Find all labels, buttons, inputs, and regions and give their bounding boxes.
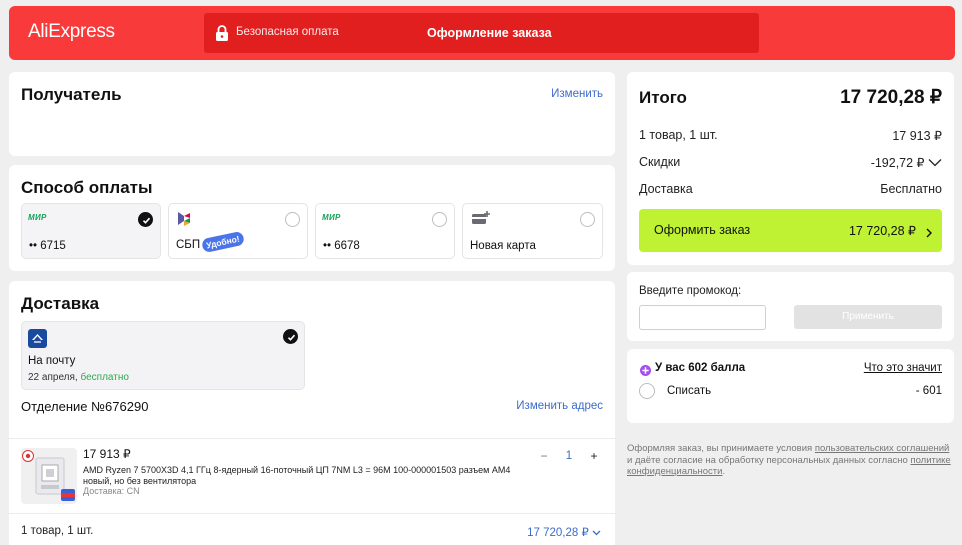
header-bar: AliExpress Безопасная оплата Оформление … <box>9 6 955 60</box>
summary-discounts-label: Скидки <box>639 155 681 169</box>
secure-payment-label: Безопасная оплата <box>236 26 339 38</box>
quantity-value: 1 <box>565 450 573 462</box>
legal-text: и даёте согласие на обработку персональн… <box>627 454 911 466</box>
delivery-card: Доставка На почту 22 апреля, бесплатно О… <box>9 281 615 545</box>
sbp-label: СБП <box>176 239 201 251</box>
divider <box>9 513 615 514</box>
quantity-plus-button[interactable]: + <box>587 449 601 463</box>
summary-title: Итого <box>639 88 687 107</box>
post-office-number: Отделение №676290 <box>21 399 149 414</box>
delivery-option-name: На почту <box>28 355 76 367</box>
points-balance: У вас 602 балла <box>655 362 746 374</box>
convenient-badge: Удобно! <box>201 230 245 254</box>
spend-points-value: - 601 <box>915 385 942 397</box>
secure-checkout-bar: Безопасная оплата Оформление заказа <box>204 13 759 53</box>
promo-code-input[interactable] <box>639 305 766 330</box>
summary-items-value: 17 913 ₽ <box>892 129 942 143</box>
legal-text: . <box>722 466 726 477</box>
spend-points-label: Списать <box>667 385 712 397</box>
russian-post-icon <box>28 329 47 353</box>
summary-row-delivery: Доставка Бесплатно <box>639 182 942 196</box>
card-number-label: •• 6678 <box>323 240 360 252</box>
delivery-date: 22 апреля, <box>28 372 78 383</box>
chevron-down-icon <box>592 527 601 539</box>
summary-discounts-value: -192,72 ₽ <box>870 156 925 170</box>
items-total: 17 720,28 ₽ <box>527 527 589 539</box>
place-order-label: Оформить заказ <box>654 223 751 237</box>
new-card-icon <box>471 210 491 231</box>
promo-label: Введите промокод: <box>639 285 742 297</box>
place-order-total: 17 720,28 ₽ <box>848 224 916 238</box>
chevron-right-icon <box>926 225 932 243</box>
order-summary-card: Итого 17 720,28 ₽ 1 товар, 1 шт. 17 913 … <box>627 72 954 265</box>
card-number-label: •• 6715 <box>29 240 66 252</box>
legal-notice: Оформляя заказ, вы принимаете условия по… <box>627 443 954 478</box>
delivery-date-line: 22 апреля, бесплатно <box>28 372 129 383</box>
payment-option-mir-6715[interactable]: МИР •• 6715 <box>21 203 161 259</box>
page-title: Оформление заказа <box>427 26 552 40</box>
summary-total: 17 720,28 ₽ <box>840 87 942 108</box>
selected-check-icon[interactable] <box>138 212 153 227</box>
summary-items-label: 1 товар, 1 шт. <box>639 128 718 142</box>
divider <box>9 438 615 439</box>
sbp-logo-icon <box>177 211 191 232</box>
promo-sticker-icon <box>61 488 75 506</box>
payment-option-mir-6678[interactable]: МИР •• 6678 <box>315 203 455 259</box>
place-order-button[interactable]: Оформить заказ 17 720,28 ₽ <box>639 209 942 252</box>
selected-check-icon[interactable] <box>283 329 298 344</box>
delivery-option-post[interactable]: На почту 22 апреля, бесплатно <box>21 321 305 390</box>
points-icon <box>640 363 651 381</box>
lock-icon <box>215 25 229 41</box>
recipient-title: Получатель <box>21 85 122 104</box>
payment-card: Способ оплаты МИР •• 6715 СБП Удобно! МИ… <box>9 165 615 271</box>
radio-button[interactable] <box>432 212 447 227</box>
summary-row-discounts[interactable]: Скидки -192,72 ₽ <box>639 155 942 170</box>
items-count: 1 товар, 1 шт. <box>21 525 94 537</box>
spend-points-checkbox[interactable] <box>639 383 655 399</box>
payment-option-sbp[interactable]: СБП Удобно! <box>168 203 308 259</box>
delivery-title: Доставка <box>21 294 100 313</box>
legal-text: Оформляя заказ, вы принимаете условия <box>627 443 815 454</box>
delivery-price-note: бесплатно <box>80 372 129 383</box>
points-card: У вас 602 балла Что это значит Списать -… <box>627 349 954 423</box>
chevron-down-icon[interactable] <box>928 156 942 170</box>
payment-title: Способ оплаты <box>21 178 153 197</box>
radio-button[interactable] <box>580 212 595 227</box>
points-info-link[interactable]: Что это значит <box>864 362 942 374</box>
summary-discounts-value-wrap: -192,72 ₽ <box>871 155 942 170</box>
store-logo-icon <box>22 449 34 467</box>
mir-logo-icon: МИР <box>322 213 341 222</box>
product-image[interactable] <box>21 448 77 504</box>
change-address-link[interactable]: Изменить адрес <box>516 400 603 412</box>
radio-button[interactable] <box>285 212 300 227</box>
product-name[interactable]: AMD Ryzen 7 5700X3D 4,1 ГГц 8-ядерный 16… <box>83 465 523 486</box>
quantity-minus-button[interactable]: − <box>537 449 551 463</box>
promo-card: Введите промокод: Применить <box>627 272 954 341</box>
apply-promo-button[interactable]: Применить <box>794 305 942 329</box>
product-price: 17 913 ₽ <box>83 447 131 461</box>
edit-recipient-link[interactable]: Изменить <box>551 88 603 100</box>
new-card-label: Новая карта <box>470 240 536 252</box>
summary-delivery-value: Бесплатно <box>880 182 942 196</box>
user-agreement-link[interactable]: пользовательских соглашений <box>815 443 950 454</box>
summary-row-items: 1 товар, 1 шт. 17 913 ₽ <box>639 128 942 143</box>
recipient-card: Получатель Изменить <box>9 72 615 156</box>
aliexpress-logo[interactable]: AliExpress <box>28 21 115 43</box>
product-shipping-origin: Доставка: CN <box>83 486 140 496</box>
items-total-toggle[interactable]: 17 720,28 ₽ <box>527 525 601 539</box>
mir-logo-icon: МИР <box>28 213 47 222</box>
summary-delivery-label: Доставка <box>639 182 693 196</box>
payment-option-new-card[interactable]: Новая карта <box>462 203 603 259</box>
